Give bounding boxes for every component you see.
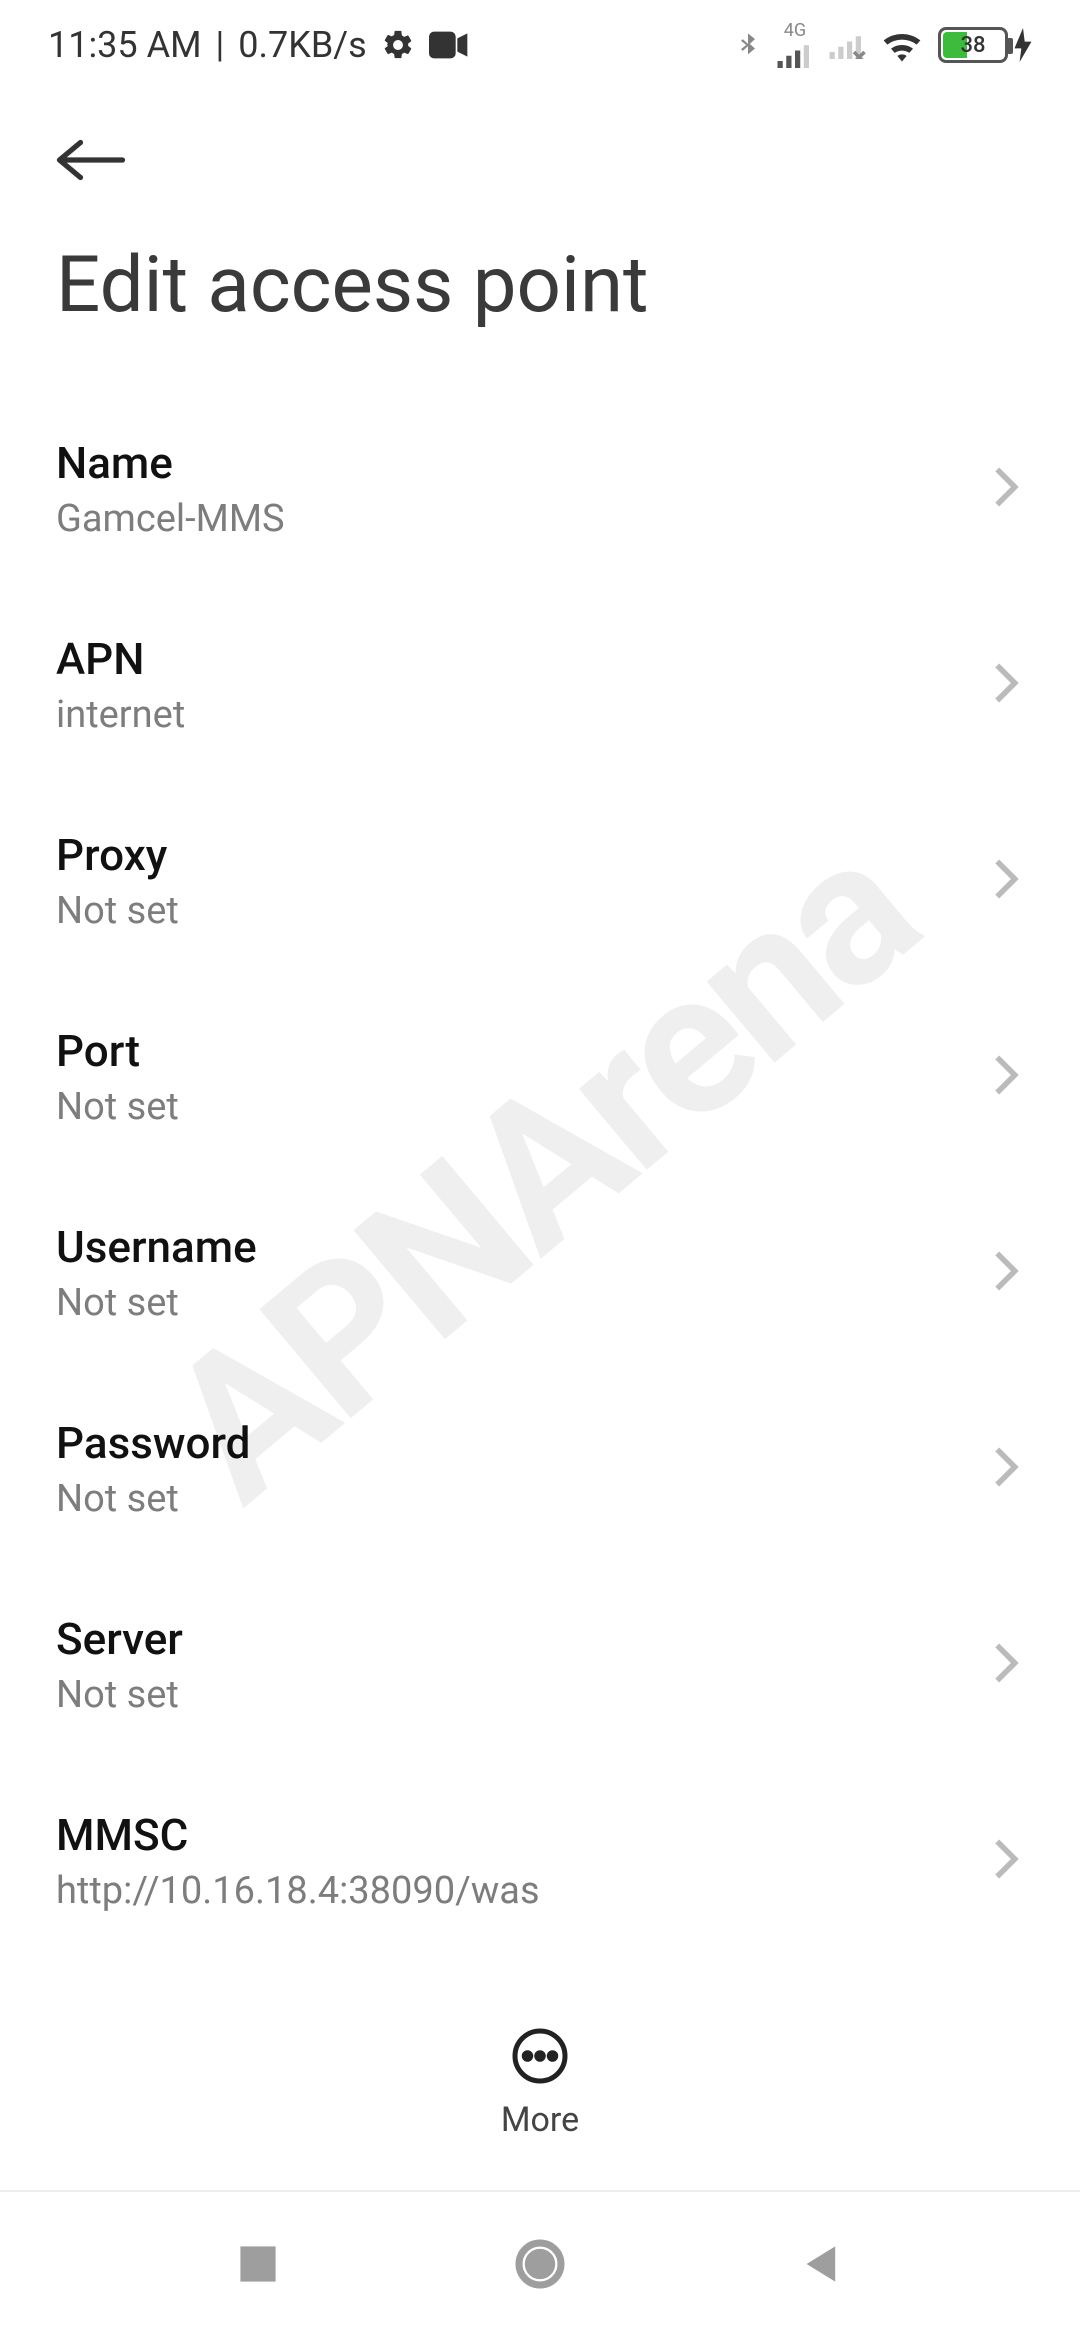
more-button[interactable]: More — [0, 1996, 1080, 2140]
more-label: More — [501, 2100, 579, 2140]
chevron-right-icon — [992, 1053, 1020, 1101]
row-value: internet — [56, 693, 185, 737]
row-value: Not set — [56, 1673, 183, 1717]
chevron-right-icon — [992, 1249, 1020, 1297]
row-label: APN — [56, 633, 185, 685]
signal-icon-1 — [776, 40, 814, 68]
signal-icon-2 — [828, 31, 866, 59]
nav-bar — [0, 2190, 1080, 2340]
row-apn[interactable]: APN internet — [56, 587, 1040, 783]
status-data-rate: 0.7KB/s — [238, 24, 366, 66]
row-server[interactable]: Server Not set — [56, 1567, 1040, 1763]
nav-home-button[interactable] — [512, 2236, 568, 2296]
row-label: MMSC — [56, 1809, 540, 1861]
row-mmsc[interactable]: MMSC http://10.16.18.4:38090/was — [56, 1763, 1040, 1959]
network-type: 4G — [784, 22, 806, 40]
row-password[interactable]: Password Not set — [56, 1371, 1040, 1567]
page-title: Edit access point — [0, 220, 1080, 391]
back-button[interactable] — [56, 120, 136, 200]
settings-list: Name Gamcel-MMS APN internet Proxy Not s… — [0, 391, 1080, 2155]
row-value: Not set — [56, 1477, 250, 1521]
row-value: http://10.16.18.4:38090/was — [56, 1869, 540, 1913]
row-label: Username — [56, 1221, 257, 1273]
row-value: Not set — [56, 889, 179, 933]
row-value: Gamcel-MMS — [56, 497, 285, 541]
row-label: Name — [56, 437, 285, 489]
camera-icon — [429, 31, 469, 59]
status-time: 11:35 AM — [48, 24, 202, 66]
battery-percent: 38 — [941, 30, 1005, 60]
chevron-right-icon — [992, 1641, 1020, 1689]
row-name[interactable]: Name Gamcel-MMS — [56, 391, 1040, 587]
row-value: Not set — [56, 1281, 257, 1325]
more-icon — [510, 2026, 570, 2090]
charging-icon — [1014, 28, 1032, 62]
row-label: Port — [56, 1025, 179, 1077]
wifi-icon — [880, 28, 924, 62]
nav-recent-button[interactable] — [236, 2242, 280, 2290]
nav-back-button[interactable] — [800, 2242, 844, 2290]
row-proxy[interactable]: Proxy Not set — [56, 783, 1040, 979]
row-label: Password — [56, 1417, 250, 1469]
chevron-right-icon — [992, 1837, 1020, 1885]
row-label: Proxy — [56, 829, 179, 881]
chevron-right-icon — [992, 661, 1020, 709]
row-value: Not set — [56, 1085, 179, 1129]
battery-icon: 38 — [938, 27, 1008, 63]
row-label: Server — [56, 1613, 183, 1665]
status-sep: | — [216, 24, 225, 66]
bluetooth-icon — [734, 25, 762, 65]
row-port[interactable]: Port Not set — [56, 979, 1040, 1175]
chevron-right-icon — [992, 1445, 1020, 1493]
row-username[interactable]: Username Not set — [56, 1175, 1040, 1371]
chevron-right-icon — [992, 465, 1020, 513]
status-bar: 11:35 AM | 0.7KB/s 4G 38 — [0, 0, 1080, 90]
settings-icon — [381, 28, 415, 62]
chevron-right-icon — [992, 857, 1020, 905]
